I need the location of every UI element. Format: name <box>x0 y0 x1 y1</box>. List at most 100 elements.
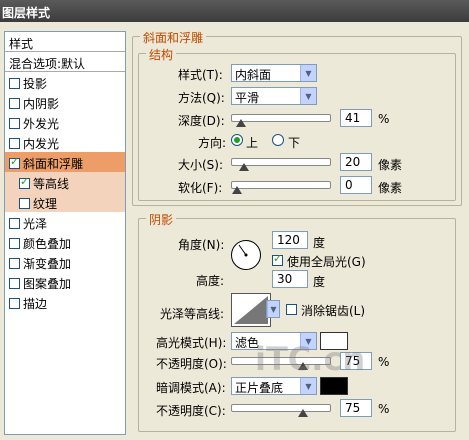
sidebar-item-5[interactable]: 等高线 <box>5 172 125 192</box>
soften-slider[interactable] <box>231 181 331 194</box>
angle-indicator-icon <box>238 244 248 257</box>
shadow-color-swatch[interactable] <box>320 377 348 395</box>
chevron-down-icon: ▼ <box>267 301 279 317</box>
sidebar-item-3[interactable]: 内发光 <box>5 132 125 152</box>
method-select[interactable]: 平滑 ▼ <box>231 87 317 105</box>
angle-label: 角度(N): <box>178 238 225 252</box>
style-checkbox[interactable] <box>19 198 30 209</box>
sidebar-item-label: 等高线 <box>33 177 70 191</box>
contour-curve-icon <box>234 296 268 324</box>
size-unit: 像素 <box>378 158 403 172</box>
shadow-opacity-thumb[interactable] <box>298 409 308 417</box>
style-checkbox[interactable] <box>9 98 20 109</box>
direction-down-radio[interactable] <box>272 134 284 146</box>
chevron-down-icon: ▼ <box>300 378 316 394</box>
size-slider-thumb[interactable] <box>239 163 249 171</box>
sidebar-item-label: 光泽 <box>23 217 48 231</box>
gloss-contour-picker[interactable] <box>231 293 271 327</box>
sidebar-item-label: 投影 <box>23 77 48 91</box>
style-checkbox[interactable] <box>19 175 30 189</box>
sidebar-item-label: 描边 <box>23 297 48 311</box>
sidebar-item-10[interactable]: 图案叠加 <box>5 272 125 292</box>
sidebar-item-label: 外发光 <box>23 117 60 131</box>
blend-options-header[interactable]: 混合选项:默认 <box>5 52 125 72</box>
shadow-mode-select[interactable]: 正片叠底 ▼ <box>231 377 317 395</box>
style-list: 样式 混合选项:默认 投影内阴影外发光内发光斜面和浮雕等高线纹理光泽颜色叠加渐变… <box>4 31 126 435</box>
soften-unit: 像素 <box>378 181 403 195</box>
size-slider[interactable] <box>231 158 331 171</box>
highlight-opacity-unit: % <box>378 355 390 369</box>
soften-input[interactable]: 0 <box>340 176 372 194</box>
style-checkbox[interactable] <box>9 278 20 289</box>
depth-slider-thumb[interactable] <box>236 119 246 127</box>
shadow-mode-value: 正片叠底 <box>235 381 284 395</box>
bevel-group-title: 斜面和浮雕 <box>140 29 207 46</box>
style-checkbox[interactable] <box>9 78 20 89</box>
sidebar-item-label: 纹理 <box>33 197 58 211</box>
antialias-label[interactable]: 消除锯齿(L) <box>301 302 365 319</box>
soften-slider-thumb[interactable] <box>232 186 242 194</box>
sidebar-item-label: 渐变叠加 <box>23 257 72 271</box>
sidebar-item-label: 内阴影 <box>23 97 60 111</box>
chevron-down-icon: ▼ <box>300 65 316 81</box>
angle-dial[interactable] <box>231 240 261 270</box>
angle-input[interactable]: 120 <box>272 231 308 249</box>
global-light-label[interactable]: 使用全局光(G) <box>287 253 366 270</box>
style-checkbox[interactable] <box>9 138 20 149</box>
shadow-opacity-label: 不透明度(C): <box>156 404 226 418</box>
antialias-checkbox[interactable] <box>286 304 297 315</box>
style-value: 内斜面 <box>235 68 272 82</box>
direction-down-label[interactable]: 下 <box>288 134 300 151</box>
styles-header[interactable]: 样式 <box>5 32 125 52</box>
style-label: 样式(T): <box>178 68 223 82</box>
shading-group-title: 阴影 <box>146 211 177 228</box>
shadow-opacity-slider[interactable] <box>231 404 331 417</box>
depth-unit: % <box>378 112 390 126</box>
style-checkbox[interactable] <box>9 155 20 169</box>
style-select[interactable]: 内斜面 ▼ <box>231 64 317 82</box>
highlight-opacity-label: 不透明度(O): <box>156 357 227 371</box>
gloss-contour-label: 光泽等高线: <box>160 307 225 321</box>
style-checkbox[interactable] <box>9 298 20 309</box>
window-title: 图层样式 <box>0 0 469 22</box>
size-input[interactable]: 20 <box>340 153 372 171</box>
sidebar-item-6[interactable]: 纹理 <box>5 192 125 212</box>
sidebar-item-label: 斜面和浮雕 <box>23 157 84 171</box>
sidebar-item-8[interactable]: 颜色叠加 <box>5 232 125 252</box>
shadow-mode-label: 暗调模式(A): <box>156 381 226 395</box>
sidebar-item-2[interactable]: 外发光 <box>5 112 125 132</box>
altitude-input[interactable]: 30 <box>272 270 308 288</box>
sidebar-item-7[interactable]: 光泽 <box>5 212 125 232</box>
style-checkbox[interactable] <box>9 258 20 269</box>
direction-label: 方向: <box>198 136 227 150</box>
site-watermark: iTC.cn <box>255 340 366 378</box>
sidebar-item-0[interactable]: 投影 <box>5 72 125 92</box>
style-checkbox[interactable] <box>9 238 20 249</box>
altitude-unit: 度 <box>313 275 326 289</box>
method-value: 平滑 <box>235 91 260 105</box>
gloss-contour-dropdown[interactable]: ▼ <box>266 300 280 318</box>
global-light-checkbox[interactable] <box>272 252 283 266</box>
method-label: 方法(Q): <box>178 91 225 105</box>
sidebar-item-label: 图案叠加 <box>23 277 72 291</box>
direction-up-label[interactable]: 上 <box>246 134 258 151</box>
shadow-opacity-unit: % <box>378 402 390 416</box>
sidebar-item-1[interactable]: 内阴影 <box>5 92 125 112</box>
soften-label: 软化(F): <box>178 181 223 195</box>
sidebar-item-11[interactable]: 描边 <box>5 292 125 312</box>
structure-group-title: 结构 <box>146 46 177 63</box>
highlight-mode-label: 高光模式(H): <box>156 336 227 350</box>
chevron-down-icon: ▼ <box>300 88 316 104</box>
sidebar-item-label: 内发光 <box>23 137 60 151</box>
depth-slider[interactable] <box>231 114 331 127</box>
style-checkbox[interactable] <box>9 218 20 229</box>
shadow-opacity-input[interactable]: 75 <box>340 399 372 417</box>
direction-up-radio[interactable] <box>231 134 243 146</box>
sidebar-item-label: 颜色叠加 <box>23 237 72 251</box>
sidebar-item-4[interactable]: 斜面和浮雕 <box>5 152 125 172</box>
altitude-label: 高度: <box>196 274 225 288</box>
sidebar-item-9[interactable]: 渐变叠加 <box>5 252 125 272</box>
style-checkbox[interactable] <box>9 118 20 129</box>
depth-input[interactable]: 41 <box>340 109 372 127</box>
size-label: 大小(S): <box>178 158 224 172</box>
